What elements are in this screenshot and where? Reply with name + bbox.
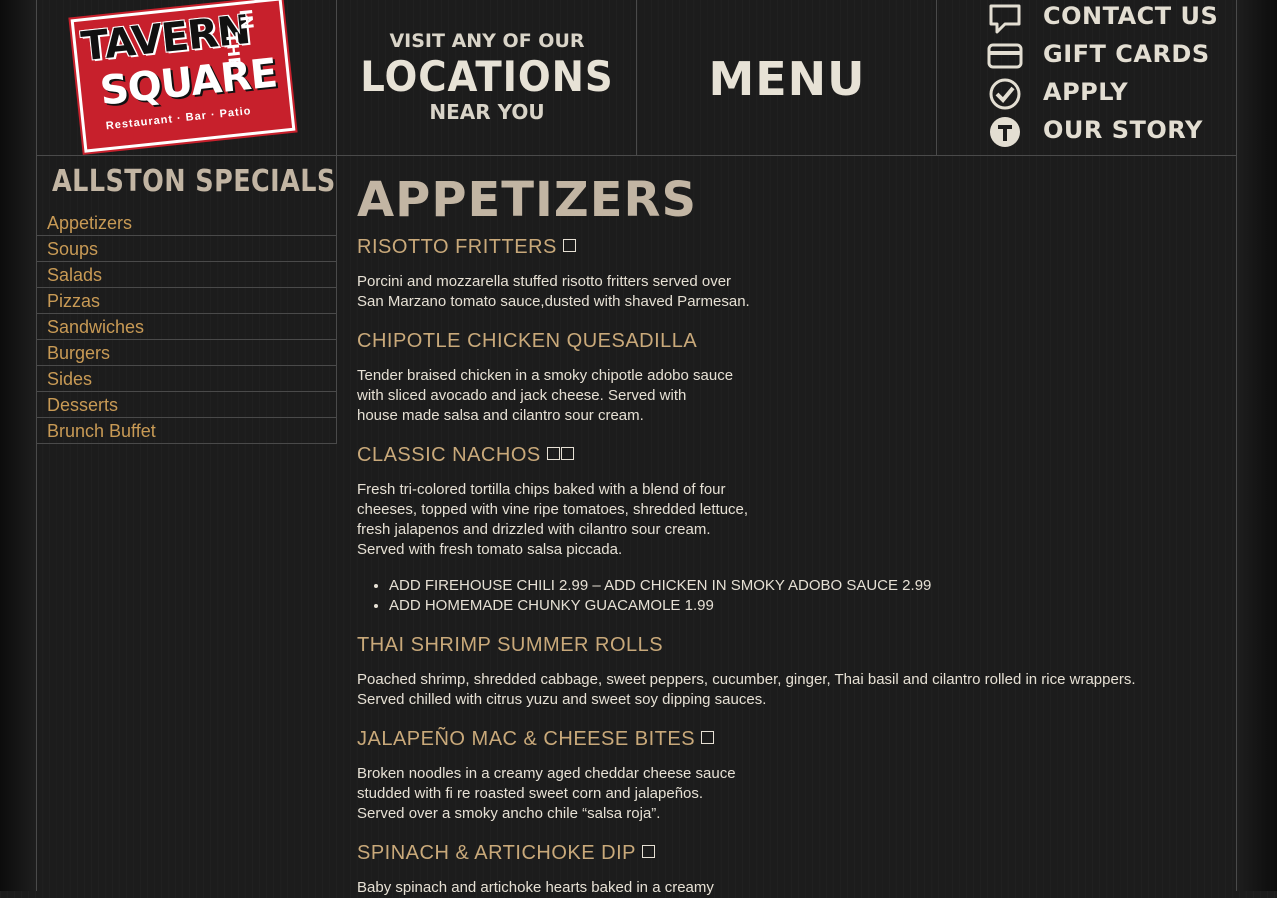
description-line: San Marzano tomato sauce,dusted with sha… (357, 293, 750, 310)
dietary-badge-icon (546, 447, 560, 460)
addon-list: ADD FIREHOUSE CHILI 2.99 – ADD CHICKEN I… (357, 576, 1217, 616)
menu-item: CHIPOTLE CHICKEN QUESADILLA Tender brais… (357, 330, 1217, 426)
menu-item-title: CHIPOTLE CHICKEN QUESADILLA (357, 330, 1217, 353)
locations-line3: NEAR YOU (429, 100, 545, 124)
sidebar-link-salads[interactable]: Salads (47, 265, 102, 286)
description-line: Fresh tri-colored tortilla chips baked w… (357, 481, 726, 498)
sidebar-link-sandwiches[interactable]: Sandwiches (47, 317, 144, 338)
menu-item-description: Tender braised chicken in a smoky chipot… (357, 366, 1217, 426)
sidebar-item-soups: Soups (37, 236, 336, 262)
sidebar-title: ALLSTON SPECIALS (37, 156, 337, 210)
description-line: Served over a smoky ancho chile “salsa r… (357, 805, 661, 822)
sidebar: ALLSTON SPECIALS Appetizers Soups Salads… (37, 156, 337, 444)
sidebar-link-pizzas[interactable]: Pizzas (47, 291, 100, 312)
sidebar-item-burgers: Burgers (37, 340, 336, 366)
menu-item: JALAPEÑO MAC & CHEESE BITES Broken noodl… (357, 728, 1217, 824)
menu-item-description: Broken noodles in a creamy aged cheddar … (357, 764, 1217, 824)
menu-item-name: RISOTTO FRITTERS (357, 236, 557, 258)
t-logo-icon (990, 117, 1020, 147)
description-line: cheeses, topped with vine ripe tomatoes,… (357, 501, 749, 518)
menu-item: CLASSIC NACHOS Fresh tri-colored tortill… (357, 444, 1217, 616)
description-line: studded with fi re roasted sweet corn an… (357, 785, 704, 802)
logo-cell[interactable]: TAVERN IN THE SQUARE Restaurant · Bar · … (37, 0, 337, 155)
sidebar-item-sides: Sides (37, 366, 336, 392)
sidebar-item-pizzas: Pizzas (37, 288, 336, 314)
sidebar-item-desserts: Desserts (37, 392, 336, 418)
nav-contact-us[interactable]: CONTACT US (987, 0, 1227, 34)
nav-gift-cards-label: GIFT CARDS (1043, 40, 1210, 68)
menu-item: THAI SHRIMP SUMMER ROLLS Poached shrimp,… (357, 634, 1217, 710)
addon-item: ADD HOMEMADE CHUNKY GUACAMOLE 1.99 (389, 596, 1217, 616)
description-line: Broken noodles in a creamy aged cheddar … (357, 765, 736, 782)
menu-item-title: RISOTTO FRITTERS (357, 236, 1217, 259)
description-line: fresh jalapenos and drizzled with cilant… (357, 521, 711, 538)
description-line: Baby spinach and artichoke hearts baked … (357, 879, 714, 896)
menu-item-description: Poached shrimp, shredded cabbage, sweet … (357, 670, 1217, 710)
nav-our-story-label: OUR STORY (1043, 116, 1203, 144)
menu-item-title: THAI SHRIMP SUMMER ROLLS (357, 634, 1217, 657)
menu-item-name: THAI SHRIMP SUMMER ROLLS (357, 634, 664, 656)
nav-apply-label: APPLY (1043, 78, 1129, 106)
addon-item: ADD FIREHOUSE CHILI 2.99 – ADD CHICKEN I… (389, 576, 1217, 596)
speech-bubble-icon (989, 4, 1021, 34)
sidebar-menu: Appetizers Soups Salads Pizzas Sandwiche… (37, 210, 337, 444)
sidebar-item-salads: Salads (37, 262, 336, 288)
sidebar-item-sandwiches: Sandwiches (37, 314, 336, 340)
menu-item-description: Porcini and mozzarella stuffed risotto f… (357, 272, 1217, 312)
dietary-badge-icon (641, 845, 655, 858)
sidebar-link-burgers[interactable]: Burgers (47, 343, 110, 364)
description-line: house made salsa and cilantro sour cream… (357, 407, 644, 424)
description-line: Tender braised chicken in a smoky chipot… (357, 367, 734, 384)
nav-contact-us-label: CONTACT US (1043, 2, 1219, 30)
tavern-logo[interactable]: TAVERN IN THE SQUARE Restaurant · Bar · … (70, 0, 296, 153)
header: TAVERN IN THE SQUARE Restaurant · Bar · … (37, 0, 1237, 156)
sidebar-link-brunch-buffet[interactable]: Brunch Buffet (47, 421, 156, 442)
nav-our-story[interactable]: OUR STORY (987, 114, 1227, 148)
locations-link[interactable]: VISIT ANY OF OUR LOCATIONS NEAR YOU (337, 0, 637, 155)
sidebar-title-text: ALLSTON SPECIALS (52, 164, 336, 199)
dietary-badge-icon (560, 447, 574, 460)
left-border-texture (0, 0, 36, 891)
sidebar-link-desserts[interactable]: Desserts (47, 395, 118, 416)
locations-line2: LOCATIONS (360, 52, 614, 101)
sidebar-link-sides[interactable]: Sides (47, 369, 92, 390)
description-line: Porcini and mozzarella stuffed risotto f… (357, 273, 732, 290)
menu-item-name: CHIPOTLE CHICKEN QUESADILLA (357, 330, 698, 352)
menu-item-description: Fresh tri-colored tortilla chips baked w… (357, 480, 1217, 560)
menu-item-name: JALAPEÑO MAC & CHEESE BITES (357, 728, 696, 750)
menu-item: RISOTTO FRITTERS Porcini and mozzarella … (357, 236, 1217, 312)
description-line: Served with fresh tomato salsa piccada. (357, 541, 623, 558)
page-frame: TAVERN IN THE SQUARE Restaurant · Bar · … (36, 0, 1237, 896)
description-line: Poached shrimp, shredded cabbage, sweet … (357, 671, 1136, 688)
menu-label: MENU (708, 52, 866, 106)
right-border-texture (1237, 0, 1277, 891)
page-title: APPETIZERS (357, 172, 698, 228)
description-line: Served chilled with citrus yuzu and swee… (357, 691, 767, 708)
menu-item-title: CLASSIC NACHOS (357, 444, 1217, 467)
sidebar-link-appetizers[interactable]: Appetizers (47, 213, 132, 234)
menu-item-title: SPINACH & ARTICHOKE DIP (357, 842, 1217, 865)
nav-apply[interactable]: APPLY (987, 76, 1227, 110)
sidebar-item-appetizers: Appetizers (37, 210, 336, 236)
sidebar-item-brunch-buffet: Brunch Buffet (37, 418, 336, 444)
locations-line1: VISIT ANY OF OUR (389, 30, 585, 52)
sidebar-link-soups[interactable]: Soups (47, 239, 98, 260)
nav-gift-cards[interactable]: GIFT CARDS (987, 38, 1227, 72)
credit-card-icon (987, 43, 1023, 69)
description-line: with sliced avocado and jack cheese. Ser… (357, 387, 687, 404)
dietary-badge-icon (562, 239, 576, 252)
dietary-badge-icon (701, 731, 715, 744)
menu-item-title: JALAPEÑO MAC & CHEESE BITES (357, 728, 1217, 751)
menu-item-name: SPINACH & ARTICHOKE DIP (357, 842, 636, 864)
menu-item-name: CLASSIC NACHOS (357, 444, 541, 466)
nav-links: CONTACT US GIFT CARDS APPLY OUR STORY (937, 0, 1237, 155)
menu-link[interactable]: MENU (637, 0, 937, 155)
menu-item-description: Baby spinach and artichoke hearts baked … (357, 878, 1217, 898)
checkmark-icon (989, 78, 1021, 110)
menu-item: SPINACH & ARTICHOKE DIP Baby spinach and… (357, 842, 1217, 898)
